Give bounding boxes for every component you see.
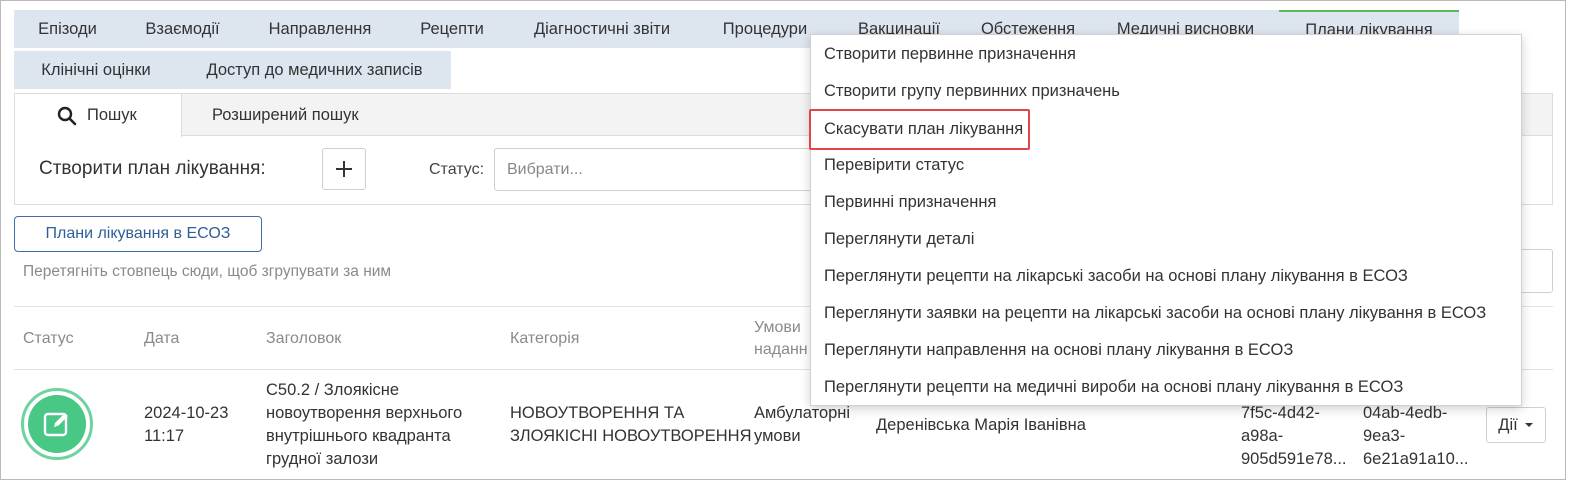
menu-item-create-assignment-group[interactable]: Створити групу первинних призначень: [824, 80, 1120, 102]
create-plan-button[interactable]: [322, 148, 366, 190]
tab-clinical-assessments[interactable]: Клінічні оцінки: [14, 51, 178, 89]
column-header-status[interactable]: Статус: [23, 328, 74, 350]
cell-category-line1: НОВОУТВОРЕННЯ ТА: [510, 404, 685, 422]
column-header-date[interactable]: Дата: [144, 328, 179, 350]
subtab-advanced-search-label: Розширений пошук: [212, 105, 359, 124]
create-plan-label: Створити план лікування:: [39, 158, 266, 179]
tab-diagnostic-reports[interactable]: Діагностичні звіти: [508, 10, 696, 48]
column-header-conditions-line1: Умови: [754, 319, 801, 336]
group-by-hint: Перетягніть стовпець сюди, щоб згрупуват…: [23, 263, 392, 280]
cell-date: 2024-10-23 11:17: [144, 402, 228, 448]
menu-item-check-status[interactable]: Перевірити статус: [824, 154, 964, 176]
status-filter-label: Статус:: [429, 161, 485, 178]
cell-doctor: Деренівська Марія Іванівна: [876, 416, 1086, 434]
cell-date-time: 11:17: [144, 427, 185, 445]
cell-id-2-line3: 6e21a91a10...: [1363, 450, 1469, 468]
cell-id-1-line3: 905d591e78...: [1241, 450, 1347, 468]
main-tabs-row-2: Клінічні оцінки Доступ до медичних запис…: [14, 51, 451, 89]
cell-id-2: 04ab-4edb- 9ea3- 6e21a91a10...: [1363, 402, 1469, 471]
cell-id-1: 7f5c-4d42- a98a- 905d591e78...: [1241, 402, 1347, 471]
menu-item-view-details[interactable]: Переглянути деталі: [824, 228, 974, 250]
grid-search-input[interactable]: [1519, 249, 1553, 293]
cell-title-line4: грудної залози: [266, 450, 379, 468]
cell-category: НОВОУТВОРЕННЯ ТА ЗЛОЯКІСНІ НОВОУТВОРЕННЯ: [510, 402, 751, 448]
cell-conditions-line2: умови: [754, 427, 801, 445]
cell-conditions: Амбулаторні умови: [754, 402, 850, 448]
cell-id-2-line2: 9ea3-: [1363, 427, 1406, 445]
app-frame: Епізоди Взаємодії Направлення Рецепти Ді…: [0, 0, 1566, 480]
column-header-category[interactable]: Категорія: [510, 328, 579, 350]
tab-prescriptions[interactable]: Рецепти: [396, 10, 508, 48]
subtab-search-label: Пошук: [87, 106, 137, 124]
status-filter-select[interactable]: Вибрати...: [494, 148, 824, 191]
caret-down-icon: [1524, 423, 1533, 427]
menu-item-create-primary-assignment[interactable]: Створити первинне призначення: [824, 43, 1076, 65]
highlight-box: [809, 109, 1030, 150]
cell-id-1-line2: a98a-: [1241, 427, 1284, 445]
cell-title-line3: внутрішнього квадранта: [266, 427, 451, 445]
cell-date-day: 2024-10-23: [144, 404, 229, 422]
menu-item-view-prescription-requests[interactable]: Переглянути заявки на рецепти на лікарсь…: [824, 302, 1486, 324]
subtab-advanced-search[interactable]: Розширений пошук: [212, 94, 359, 136]
actions-button-label: Дії: [1498, 415, 1518, 434]
cell-category-line2: ЗЛОЯКІСНІ НОВОУТВОРЕННЯ: [510, 427, 752, 445]
actions-button[interactable]: Дії: [1486, 407, 1546, 443]
column-header-conditions[interactable]: Умови наданн: [754, 317, 808, 361]
cell-title-line1: C50.2 / Злоякісне: [266, 381, 400, 399]
subtab-search[interactable]: Пошук: [15, 94, 182, 137]
tab-episodes[interactable]: Епізоди: [14, 10, 121, 48]
menu-item-view-device-prescriptions[interactable]: Переглянути рецепти на медичні вироби на…: [824, 376, 1403, 398]
menu-item-view-referrals[interactable]: Переглянути направлення на основі плану …: [824, 339, 1293, 361]
tab-interactions[interactable]: Взаємодії: [121, 10, 244, 48]
actions-dropdown-menu: Створити первинне призначення Створити г…: [810, 34, 1522, 406]
status-indicator-inner: [28, 395, 86, 453]
column-header-title[interactable]: Заголовок: [266, 328, 341, 350]
tab-medical-records-access[interactable]: Доступ до медичних записів: [178, 51, 451, 89]
cell-title-line2: новоутворення верхнього: [266, 404, 463, 422]
cell-title: C50.2 / Злоякісне новоутворення верхньог…: [266, 379, 462, 471]
tab-referrals[interactable]: Направлення: [244, 10, 396, 48]
plus-icon: [336, 161, 352, 177]
search-icon: [57, 106, 77, 125]
eco-treatment-plans-button[interactable]: Плани лікування в ЕСОЗ: [14, 216, 262, 252]
edit-icon: [43, 412, 68, 437]
status-indicator: [21, 388, 93, 460]
column-header-conditions-line2: наданн: [754, 341, 808, 358]
menu-item-view-drug-prescriptions[interactable]: Переглянути рецепти на лікарські засоби …: [824, 265, 1408, 287]
menu-item-primary-assignments[interactable]: Первинні призначення: [824, 191, 996, 213]
